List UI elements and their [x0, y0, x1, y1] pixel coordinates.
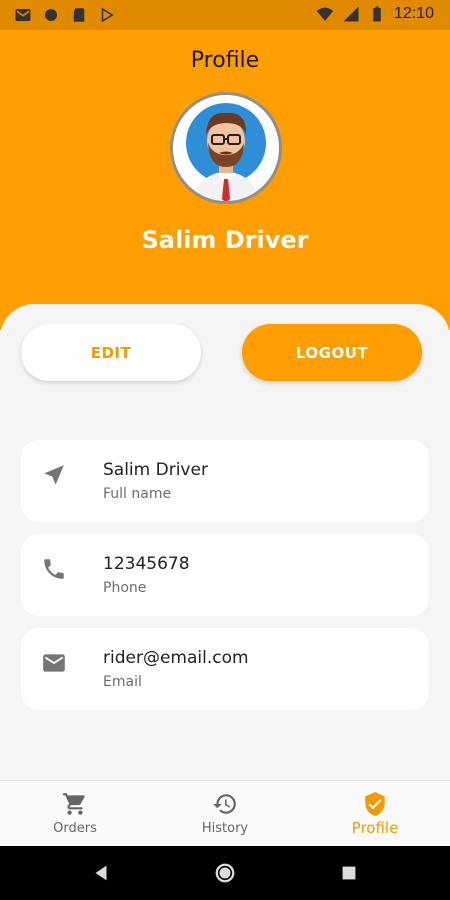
nav-label-history: History: [201, 821, 249, 836]
system-navigation-bar: [0, 846, 450, 900]
wifi-icon: [316, 7, 334, 21]
phone-icon: [44, 559, 64, 579]
nav-label-profile: Profile: [351, 819, 399, 837]
email-card: rider@email.com Email: [21, 628, 429, 710]
cart-icon: [63, 793, 85, 815]
status-bar: 12:10: [0, 0, 450, 30]
sd-card-icon: [73, 8, 85, 22]
battery-icon: [373, 6, 381, 22]
avatar: [170, 92, 282, 204]
play-store-icon: [101, 7, 114, 23]
circle-icon: [45, 9, 57, 21]
back-icon[interactable]: [90, 862, 112, 884]
email-value: rider@email.com: [103, 648, 249, 668]
gmail-icon: [15, 9, 31, 21]
full-name-card: Salim Driver Full name: [21, 440, 429, 522]
history-icon: [213, 794, 236, 814]
status-notifications: [14, 6, 116, 24]
phone-label: Phone: [103, 580, 147, 596]
avatar-illustration: [173, 95, 279, 201]
logout-button[interactable]: LOGOUT: [242, 324, 422, 381]
bottom-navigation: Orders History Profile: [0, 780, 450, 846]
nav-item-orders[interactable]: Orders: [15, 791, 135, 836]
status-time: 12:10: [393, 5, 434, 22]
recents-icon[interactable]: [338, 862, 360, 884]
user-name: Salim Driver: [141, 226, 309, 254]
full-name-label: Full name: [103, 486, 172, 502]
signal-icon: [343, 6, 359, 22]
nav-item-profile[interactable]: Profile: [315, 791, 435, 837]
full-name-value: Salim Driver: [103, 460, 208, 480]
page-title: Profile: [190, 48, 260, 73]
shield-check-icon: [365, 792, 385, 816]
phone-card: 12345678 Phone: [21, 534, 429, 616]
email-label: Email: [103, 674, 142, 690]
edit-button[interactable]: EDIT: [21, 324, 201, 381]
email-icon: [43, 654, 65, 672]
nav-label-orders: Orders: [53, 821, 97, 836]
navigation-arrow-icon: [44, 465, 64, 485]
phone-value: 12345678: [103, 554, 190, 574]
status-system: 12:10: [316, 5, 434, 23]
home-icon[interactable]: [214, 862, 236, 884]
nav-item-history[interactable]: History: [165, 791, 285, 836]
